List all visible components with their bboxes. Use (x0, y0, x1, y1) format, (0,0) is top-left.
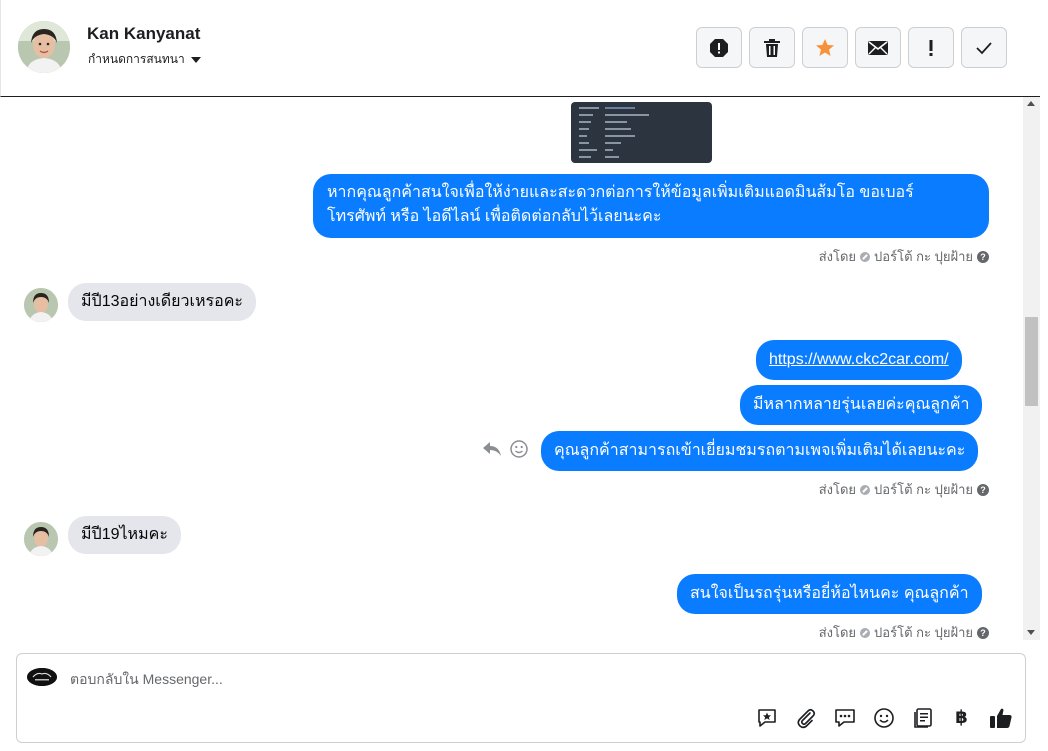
sent-by-label: ส่งโดย (818, 625, 857, 640)
attachment-icon (796, 708, 815, 728)
outgoing-link-message[interactable]: https://www.ckc2car.com/ (756, 340, 962, 380)
sent-by-info: ส่งโดย ปอร์โต้ กะ ปุยฝ้าย ? (819, 479, 989, 500)
catalog-button[interactable] (910, 705, 935, 730)
caret-down-icon (190, 57, 201, 63)
reply-composer: ฿ (16, 653, 1026, 743)
delete-button[interactable] (749, 27, 795, 68)
sent-by-info: ส่งโดย ปอร์โต้ กะ ปุยฝ้าย ? (819, 622, 989, 640)
emoji-icon (873, 707, 894, 728)
mark-unread-button[interactable] (855, 27, 901, 68)
composer-toolbar: ฿ (754, 705, 1013, 730)
quick-reply-button[interactable] (832, 705, 857, 730)
reply-input[interactable] (70, 668, 670, 690)
incoming-message[interactable]: มีปี19ไหมคะ (68, 516, 181, 554)
agent-name: ปอร์โต้ กะ ปุยฝ้าย (874, 625, 973, 640)
outgoing-message[interactable]: หากคุณลูกค้าสนใจเพื่อให้ง่ายและสะดวกต่อก… (313, 174, 989, 238)
contact-avatar-small (24, 522, 58, 556)
contact-avatar-small (24, 288, 58, 322)
agent-name: ปอร์โต้ กะ ปุยฝ้าย (874, 482, 973, 497)
thumbs-up-icon (989, 708, 1012, 728)
catalog-icon (913, 707, 932, 728)
attach-button[interactable] (793, 705, 818, 730)
scroll-down-arrow-icon[interactable] (1027, 630, 1035, 635)
reply-icon[interactable] (482, 441, 502, 457)
like-button[interactable] (988, 705, 1013, 730)
chat-bubble-icon (834, 708, 855, 727)
spam-button[interactable] (696, 27, 742, 68)
verified-icon (860, 627, 871, 638)
star-icon (816, 38, 834, 56)
outgoing-message[interactable]: คุณลูกค้าสามารถเข้าเยี่ยมชมรถตามเพจเพิ่ม… (541, 431, 979, 471)
vertical-scrollbar[interactable] (1023, 97, 1040, 640)
help-icon[interactable]: ? (977, 626, 989, 639)
checkmark-icon (976, 41, 992, 54)
sent-by-label: ส่งโดย (818, 482, 857, 497)
agent-name: ปอร์โต้ กะ ปุยฝ้าย (874, 249, 973, 264)
incoming-message[interactable]: มีปี13อย่างเดียวเหรอคะ (68, 283, 257, 321)
verified-icon (860, 251, 871, 262)
assign-conversation-dropdown[interactable]: กำหนดการสนทนา (88, 50, 201, 69)
contact-name[interactable]: Kan Kanyanat (87, 24, 200, 44)
exclamation-icon (929, 39, 933, 56)
baht-icon: ฿ (955, 707, 968, 728)
message-hover-actions (482, 440, 528, 458)
help-icon[interactable]: ? (977, 250, 989, 263)
sent-by-label: ส่งโดย (818, 249, 857, 264)
saved-reply-button[interactable] (754, 705, 779, 730)
emoji-button[interactable] (871, 705, 896, 730)
react-emoji-icon[interactable] (510, 440, 528, 458)
conversation-header: Kan Kanyanat กำหนดการสนทนา (0, 0, 1040, 97)
verified-icon (860, 484, 871, 495)
envelope-icon (868, 40, 888, 55)
follow-up-button[interactable] (908, 27, 954, 68)
message-link[interactable]: https://www.ckc2car.com/ (769, 351, 949, 368)
saved-reply-icon (757, 708, 776, 727)
scrollbar-thumb[interactable] (1025, 317, 1038, 406)
star-button[interactable] (802, 27, 848, 68)
message-thread[interactable]: หากคุณลูกค้าสนใจเพื่อให้ง่ายและสะดวกต่อก… (0, 97, 1040, 640)
outgoing-message[interactable]: สนใจเป็นรถรุ่นหรือยี่ห้อไหนคะ คุณลูกค้า (677, 574, 982, 614)
scroll-up-arrow-icon[interactable] (1027, 101, 1035, 106)
page-logo (27, 668, 57, 686)
conversation-actions (696, 27, 1007, 68)
image-attachment[interactable] (571, 102, 712, 163)
assign-label: กำหนดการสนทนา (88, 52, 185, 66)
message-line: โทรศัพท์ หรือ ไอดีไลน์ เพื่อติดต่อกลับไว… (327, 208, 662, 225)
trash-icon (764, 38, 780, 57)
sent-by-info: ส่งโดย ปอร์โต้ กะ ปุยฝ้าย ? (819, 246, 989, 267)
mark-done-button[interactable] (961, 27, 1007, 68)
message-line: หากคุณลูกค้าสนใจเพื่อให้ง่ายและสะดวกต่อก… (327, 184, 914, 201)
outgoing-message[interactable]: มีหลากหลายรุ่นเลยค่ะคุณลูกค้า (740, 385, 983, 425)
payment-button[interactable]: ฿ (949, 705, 974, 730)
help-icon[interactable]: ? (977, 483, 989, 496)
contact-avatar[interactable] (18, 21, 70, 73)
spam-icon (710, 38, 728, 57)
